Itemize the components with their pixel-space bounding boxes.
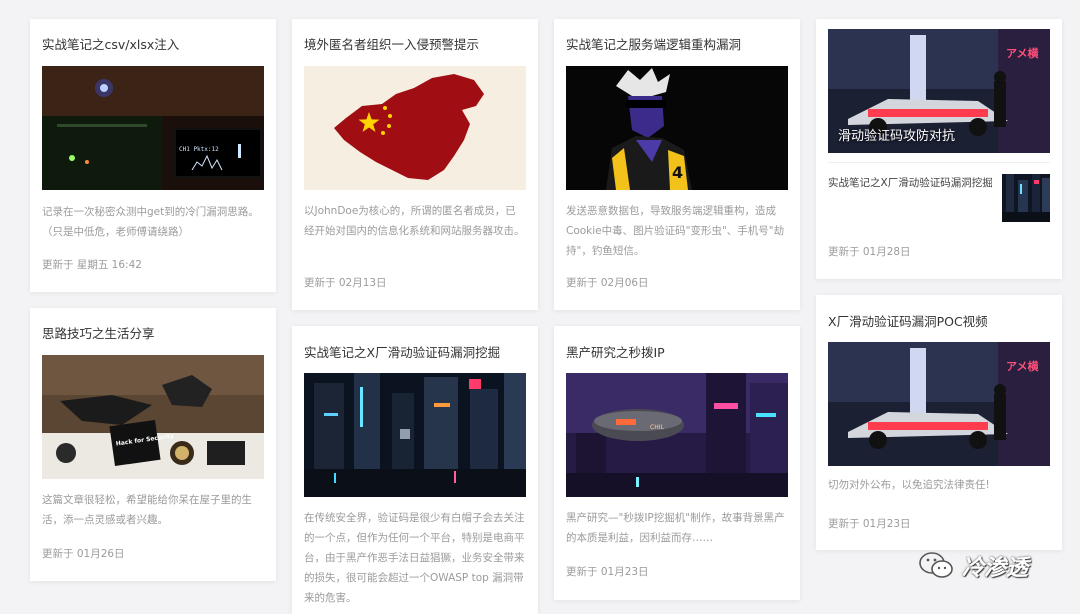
featured-card[interactable]: アメ横 滑动验证码攻防对抗 实战笔记之X厂滑动验证码漏洞挖掘 更新于 01月28…: [816, 19, 1062, 279]
featured-overlay-title[interactable]: 滑动验证码攻防对抗: [838, 125, 955, 144]
article-card-johndoe[interactable]: 境外匿名者组织一入侵预警提示 以JohnDoe为核心的，所谓的匿名者成员，已经开…: [292, 19, 538, 310]
card-description: 记录在一次秘密众测中get到的冷门漏洞思路。（只是中低危，老师傅请绕路）: [42, 206, 259, 238]
card-date: 更新于 02月13日: [304, 277, 387, 289]
article-card-blackmarket[interactable]: 黑产研究之秒拨IP CHIL 黑产研究—"秒拨IP挖掘机"制作，故事背景黑产的本…: [554, 326, 800, 600]
card-thumbnail[interactable]: 4: [566, 66, 788, 190]
card-date: 更新于 01月28日: [828, 246, 911, 258]
article-card-logic[interactable]: 实战笔记之服务端逻辑重构漏洞 4 发送恶意数据包，导致服务端逻辑重构，造成Coo…: [554, 19, 800, 310]
card-thumbnail[interactable]: CHIL: [566, 373, 788, 497]
article-card-captcha-mining[interactable]: 实战笔记之X厂滑动验证码漏洞挖掘 在传统安全界，验证码是很少有白帽子会去关注的一…: [292, 326, 538, 614]
card-description: 在传统安全界，验证码是很少有白帽子会去关注的一个点，但作为任何一个平台，特别是电…: [304, 512, 525, 604]
wechat-icon: [918, 551, 956, 581]
neon-sign: アメ横: [1006, 359, 1039, 373]
card-date: 更新于 01月26日: [42, 548, 125, 560]
neon-sign: アメ横: [1006, 46, 1039, 60]
watermark: 冷渗透: [918, 550, 1028, 582]
featured-list-thumbnail[interactable]: [1002, 174, 1050, 222]
card-description: 发送恶意数据包，导致服务端逻辑重构，造成Cookie中毒、图片验证码"变形虫"、…: [566, 205, 785, 257]
card-title[interactable]: 实战笔记之csv/xlsx注入: [42, 34, 266, 53]
card-date: 更新于 星期五 16:42: [42, 259, 142, 271]
card-description: 以JohnDoe为核心的，所谓的匿名者成员，已经开始对国内的信息化系统和网站服务…: [304, 205, 525, 237]
article-card-poc[interactable]: X厂滑动验证码漏洞POC视频 アメ横 切勿对外公布，以免追究法律责任! 更新于 …: [816, 295, 1062, 550]
card-title[interactable]: 黑产研究之秒拨IP: [566, 342, 790, 361]
article-card-life[interactable]: 思路技巧之生活分享 Hack for Security 这篇文章很轻松，希望能给…: [30, 308, 276, 581]
bullet-label: CHIL: [650, 424, 664, 431]
card-date: 更新于 02月06日: [566, 277, 649, 289]
card-description: 切勿对外公布，以免追究法律责任!: [828, 479, 990, 491]
card-thumbnail[interactable]: Hack for Security: [42, 355, 264, 479]
card-title[interactable]: 实战笔记之服务端逻辑重构漏洞: [566, 34, 790, 53]
card-description: 黑产研究—"秒拨IP挖掘机"制作，故事背景黑产的本质是利益，因利益而存……: [566, 512, 785, 544]
featured-thumbnail[interactable]: アメ横 滑动验证码攻防对抗: [828, 29, 1050, 153]
oscilloscope-readout: CH1 Pktx:12: [179, 146, 219, 153]
card-title[interactable]: 思路技巧之生活分享: [42, 323, 266, 342]
featured-list-title[interactable]: 实战笔记之X厂滑动验证码漏洞挖掘: [828, 174, 996, 192]
card-thumbnail[interactable]: [304, 373, 526, 497]
card-title[interactable]: 境外匿名者组织一入侵预警提示: [304, 34, 528, 53]
card-title[interactable]: 实战笔记之X厂滑动验证码漏洞挖掘: [304, 342, 528, 361]
card-thumbnail[interactable]: [304, 66, 526, 190]
card-date: 更新于 01月23日: [828, 518, 911, 530]
card-thumbnail[interactable]: アメ横: [828, 342, 1050, 466]
anime-badge: 4: [672, 163, 683, 182]
card-thumbnail[interactable]: CH1 Pktx:12: [42, 66, 264, 190]
article-card-csv[interactable]: 实战笔记之csv/xlsx注入 CH1 Pktx:12 记录在一次秘密众测中ge…: [30, 19, 276, 292]
watermark-text: 冷渗透: [962, 556, 1029, 581]
card-date: 更新于 01月23日: [566, 566, 649, 578]
card-description: 这篇文章很轻松，希望能给你呆在屋子里的生活，添一点灵感或者兴趣。: [42, 494, 252, 526]
card-title[interactable]: X厂滑动验证码漏洞POC视频: [828, 311, 1052, 330]
divider: [828, 162, 1050, 163]
